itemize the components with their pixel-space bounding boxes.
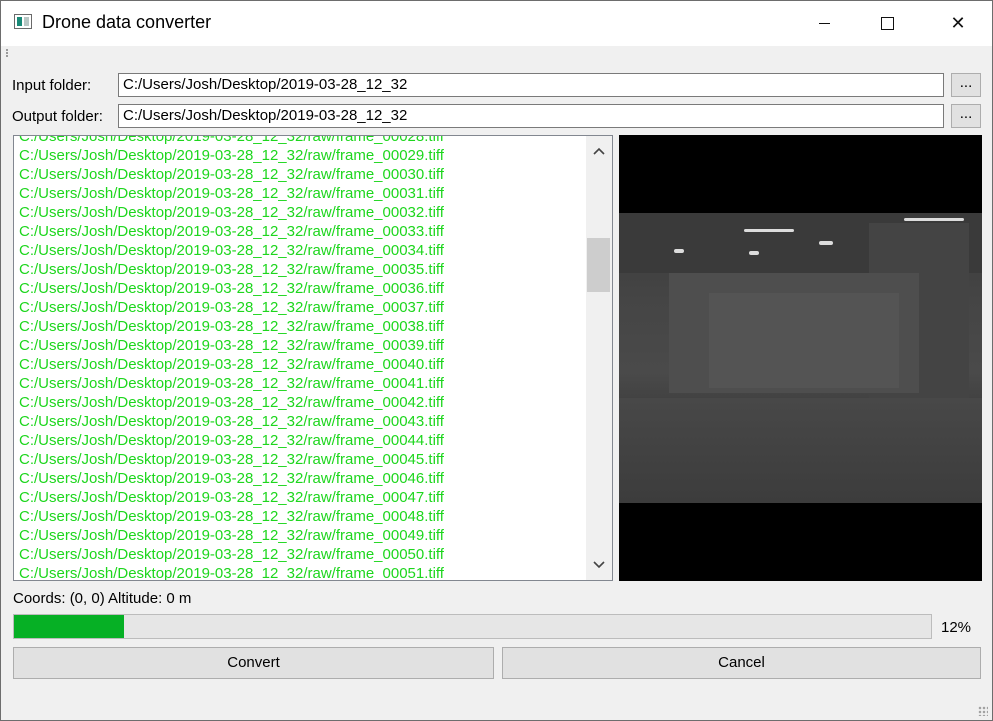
chevron-up-icon (593, 147, 605, 155)
file-list-item[interactable]: C:/Users/Josh/Desktop/2019-03-28_12_32/r… (19, 203, 589, 222)
cancel-button[interactable]: Cancel (502, 647, 981, 679)
file-list-item[interactable]: C:/Users/Josh/Desktop/2019-03-28_12_32/r… (19, 279, 589, 298)
file-list-item[interactable]: C:/Users/Josh/Desktop/2019-03-28_12_32/r… (19, 146, 589, 165)
file-list-item[interactable]: C:/Users/Josh/Desktop/2019-03-28_12_32/r… (19, 241, 589, 260)
file-list-item[interactable]: C:/Users/Josh/Desktop/2019-03-28_12_32/r… (19, 136, 589, 146)
thermal-frame-image (619, 213, 982, 503)
toolbar-grip[interactable] (6, 49, 10, 57)
file-list-item[interactable]: C:/Users/Josh/Desktop/2019-03-28_12_32/r… (19, 222, 589, 241)
file-list-item[interactable]: C:/Users/Josh/Desktop/2019-03-28_12_32/r… (19, 317, 589, 336)
file-list-item[interactable]: C:/Users/Josh/Desktop/2019-03-28_12_32/r… (19, 526, 589, 545)
file-list-item[interactable]: C:/Users/Josh/Desktop/2019-03-28_12_32/r… (19, 507, 589, 526)
file-list-item[interactable]: C:/Users/Josh/Desktop/2019-03-28_12_32/r… (19, 469, 589, 488)
file-list-item[interactable]: C:/Users/Josh/Desktop/2019-03-28_12_32/r… (19, 165, 589, 184)
file-list[interactable]: C:/Users/Josh/Desktop/2019-03-28_12_32/r… (13, 135, 613, 581)
file-list-item[interactable]: C:/Users/Josh/Desktop/2019-03-28_12_32/r… (19, 450, 589, 469)
file-list-item[interactable]: C:/Users/Josh/Desktop/2019-03-28_12_32/r… (19, 355, 589, 374)
file-list-item[interactable]: C:/Users/Josh/Desktop/2019-03-28_12_32/r… (19, 336, 589, 355)
image-preview (619, 135, 982, 581)
title-bar[interactable]: Drone data converter ✕ (1, 1, 992, 46)
scroll-up-button[interactable] (586, 136, 612, 166)
file-list-item[interactable]: C:/Users/Josh/Desktop/2019-03-28_12_32/r… (19, 412, 589, 431)
progress-fill (14, 615, 125, 638)
main-window: Drone data converter ✕ Input folder: C:/… (0, 0, 993, 721)
minimize-icon (818, 23, 830, 24)
status-text: Coords: (0, 0) Altitude: 0 m (13, 590, 192, 607)
output-browse-button[interactable]: ... (951, 104, 981, 128)
maximize-button[interactable] (864, 1, 910, 46)
file-list-items: C:/Users/Josh/Desktop/2019-03-28_12_32/r… (19, 136, 589, 580)
app-icon (14, 14, 32, 29)
file-list-item[interactable]: C:/Users/Josh/Desktop/2019-03-28_12_32/r… (19, 488, 589, 507)
file-list-item[interactable]: C:/Users/Josh/Desktop/2019-03-28_12_32/r… (19, 374, 589, 393)
file-list-item[interactable]: C:/Users/Josh/Desktop/2019-03-28_12_32/r… (19, 393, 589, 412)
progress-bar (13, 614, 932, 639)
input-folder-field[interactable]: C:/Users/Josh/Desktop/2019-03-28_12_32 (118, 73, 944, 97)
window-title: Drone data converter (42, 12, 212, 32)
file-list-scrollbar[interactable] (586, 136, 612, 580)
maximize-icon (880, 17, 894, 30)
input-browse-button[interactable]: ... (951, 73, 981, 97)
output-folder-field[interactable]: C:/Users/Josh/Desktop/2019-03-28_12_32 (118, 104, 944, 128)
file-list-item[interactable]: C:/Users/Josh/Desktop/2019-03-28_12_32/r… (19, 431, 589, 450)
scroll-down-button[interactable] (586, 550, 612, 580)
convert-button[interactable]: Convert (13, 647, 494, 679)
file-list-item[interactable]: C:/Users/Josh/Desktop/2019-03-28_12_32/r… (19, 545, 589, 564)
output-folder-label: Output folder: (12, 108, 103, 125)
chevron-down-icon (593, 561, 605, 569)
progress-percent: 12% (941, 619, 972, 636)
file-list-item[interactable]: C:/Users/Josh/Desktop/2019-03-28_12_32/r… (19, 298, 589, 317)
scroll-thumb[interactable] (587, 238, 610, 292)
close-button[interactable]: ✕ (935, 1, 981, 46)
resize-grip[interactable] (978, 706, 988, 716)
file-list-item[interactable]: C:/Users/Josh/Desktop/2019-03-28_12_32/r… (19, 184, 589, 203)
file-list-item[interactable]: C:/Users/Josh/Desktop/2019-03-28_12_32/r… (19, 260, 589, 279)
minimize-button[interactable] (801, 1, 847, 46)
input-folder-label: Input folder: (12, 77, 92, 94)
file-list-item[interactable]: C:/Users/Josh/Desktop/2019-03-28_12_32/r… (19, 564, 589, 580)
close-icon: ✕ (950, 13, 966, 33)
